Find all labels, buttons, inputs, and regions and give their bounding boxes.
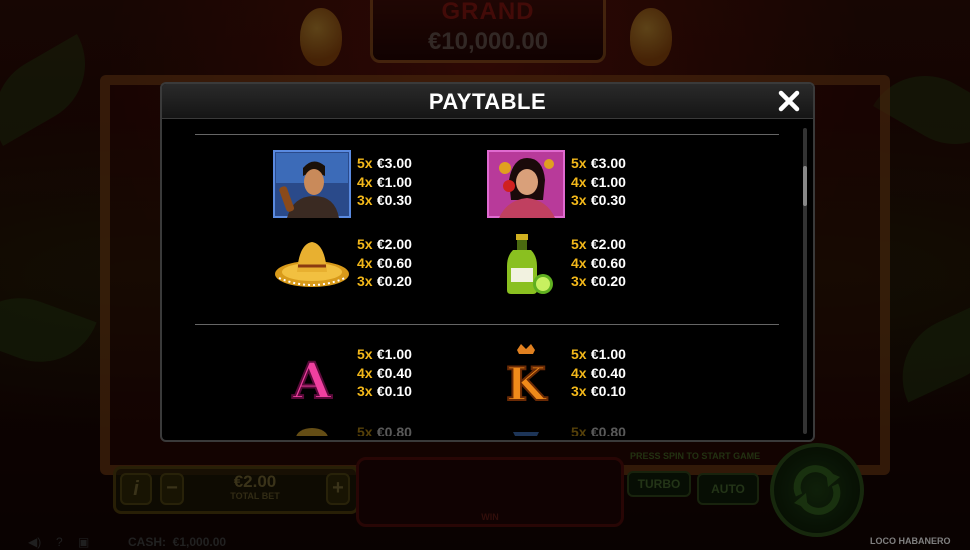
paytable-values: 5x €3.00 4x €1.00 3x €0.30 bbox=[571, 155, 626, 208]
scrollbar-thumb[interactable] bbox=[803, 166, 807, 206]
paytable-values: 5x €1.00 4x €0.40 3x €0.10 bbox=[357, 346, 412, 399]
close-button[interactable] bbox=[775, 86, 803, 116]
tequila-symbol bbox=[487, 230, 565, 298]
svg-text:K: K bbox=[506, 357, 548, 410]
letter-k-symbol: K bbox=[487, 342, 565, 412]
scrollbar[interactable] bbox=[803, 128, 807, 434]
close-icon bbox=[778, 90, 800, 112]
woman-symbol bbox=[487, 150, 565, 218]
paytable-values: 5x €0.80 bbox=[571, 424, 626, 436]
paytable-content[interactable]: 5x €3.00 4x €1.00 3x €0.30 5x €3.00 4x €… bbox=[162, 120, 813, 436]
next-symbol-left bbox=[273, 426, 351, 436]
section-divider bbox=[195, 324, 779, 325]
next-symbol-right bbox=[487, 426, 565, 436]
sombrero-symbol bbox=[273, 230, 351, 298]
paytable-values: 5x €2.00 4x €0.60 3x €0.20 bbox=[357, 236, 412, 289]
paytable-dialog: PAYTABLE 5x €3.00 4x €1.00 3x €0.30 5x €… bbox=[160, 82, 815, 442]
paytable-values: 5x €0.80 bbox=[357, 424, 412, 436]
letter-a-symbol: A bbox=[273, 342, 351, 411]
svg-text:A: A bbox=[292, 351, 333, 410]
paytable-values: 5x €3.00 4x €1.00 3x €0.30 bbox=[357, 155, 412, 208]
dialog-title: PAYTABLE bbox=[428, 89, 547, 114]
paytable-values: 5x €2.00 4x €0.60 3x €0.20 bbox=[571, 236, 626, 289]
man-symbol bbox=[273, 150, 351, 218]
section-divider bbox=[195, 134, 779, 135]
paytable-values: 5x €1.00 4x €0.40 3x €0.10 bbox=[571, 346, 626, 399]
dialog-header: PAYTABLE bbox=[162, 84, 813, 119]
